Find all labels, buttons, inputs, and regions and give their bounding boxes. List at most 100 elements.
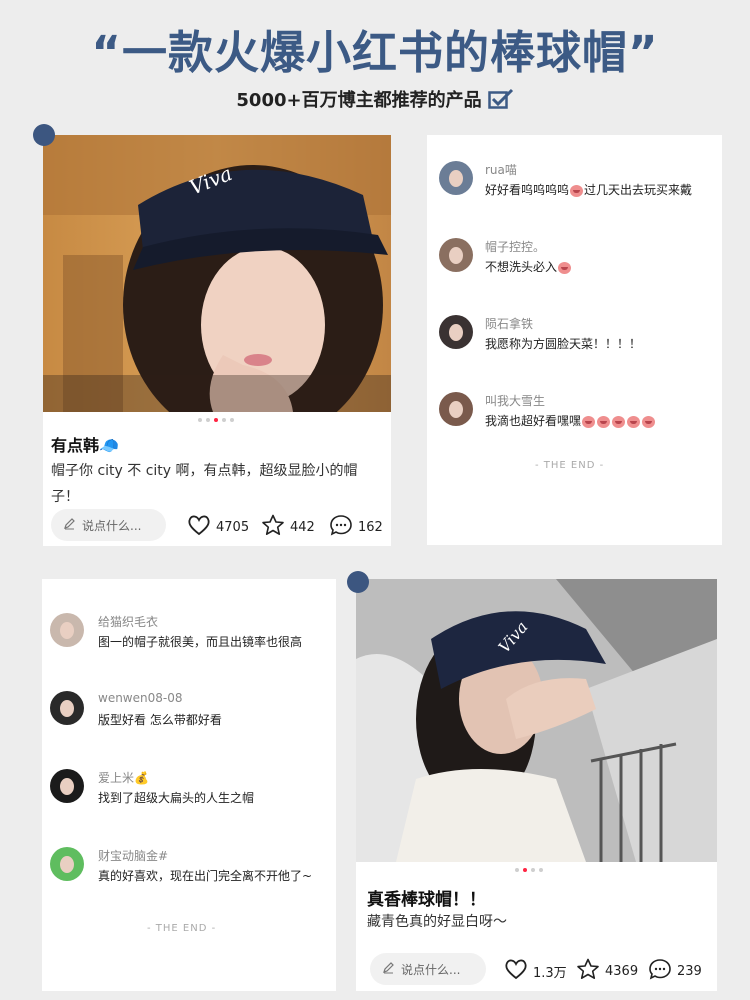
comment-item[interactable]: 财宝动脑金# 真的好喜欢，现在出门完全离不开他了~	[42, 847, 336, 897]
comment-stat-1[interactable]: 162	[329, 514, 383, 540]
comment-bubble-icon	[329, 514, 353, 540]
pen-icon	[382, 961, 395, 977]
post-photo-2[interactable]: Viva	[356, 579, 717, 862]
image-pager-1[interactable]	[198, 418, 234, 422]
comment-author[interactable]: 叫我大雪生	[485, 392, 545, 409]
pager-dot[interactable]	[222, 418, 226, 422]
comment-item[interactable]: 爱上米💰 找到了超级大扁头的人生之帽	[42, 769, 336, 819]
comment-text-main: 图一的帽子就很美，而且出镜率也很高	[98, 635, 303, 649]
check-box-icon	[487, 88, 514, 115]
post-title-2: 真香棒球帽！！	[367, 890, 486, 910]
collect-stat-1[interactable]: 442	[261, 514, 315, 540]
comment-text-main: 真的好喜欢，现在出门完全离不开他了~	[98, 869, 313, 883]
comment-text-main: 好好看呜呜呜呜	[485, 183, 570, 197]
avatar[interactable]	[50, 769, 84, 803]
post-card-1[interactable]: Viva 有点韩🧢 帽子你 city 不 city 啊，有点韩，超级显脸小的帽 …	[43, 135, 391, 546]
comments-card-2: 给猫织毛衣图一的帽子就很美，而且出镜率也很高 wenwen08-08 版型好看 怎么…	[42, 579, 336, 991]
heart-icon	[504, 958, 528, 984]
page-title: “一款火爆小红书的棒球帽”	[91, 26, 659, 79]
comment-stat-2[interactable]: 239	[648, 958, 702, 984]
like-stat-2[interactable]: 1.3万	[504, 958, 567, 984]
comment-author[interactable]: wenwen08-08	[98, 691, 182, 705]
emoji-icon	[642, 415, 656, 428]
emoji-icon	[582, 415, 596, 428]
pager-dot[interactable]	[214, 418, 218, 422]
comment-text: 真的好喜欢，现在出门完全离不开他了~	[98, 867, 312, 884]
heart-icon	[187, 514, 211, 540]
pager-dot[interactable]	[206, 418, 210, 422]
section-marker-dot	[33, 124, 55, 146]
comment-text: 不想洗头必入	[485, 258, 572, 275]
collect-count-1: 442	[290, 519, 315, 535]
comment-author[interactable]: 帽子控控。	[485, 238, 545, 255]
comment-text: 好好看呜呜呜呜 过几天出去玩买来戴	[485, 181, 692, 198]
post-title-1: 有点韩🧢	[51, 436, 119, 455]
comment-author[interactable]: 陨石拿铁	[485, 315, 533, 332]
star-icon	[261, 514, 285, 540]
pager-dot[interactable]	[531, 868, 535, 872]
star-icon	[576, 958, 600, 984]
comment-author[interactable]: 爱上米💰	[98, 769, 149, 786]
image-pager-2[interactable]	[515, 868, 543, 872]
comment-input-1[interactable]: 说点什么...	[51, 509, 166, 541]
emoji-icon	[597, 415, 611, 428]
pen-icon	[63, 517, 76, 533]
comment-item[interactable]: 叫我大雪生我滴也超好看嘿嘿	[427, 392, 722, 442]
subtitle-text: 5000+百万博主都推荐的产品	[236, 90, 482, 111]
pager-dot[interactable]	[230, 418, 234, 422]
comment-author[interactable]: rua喵	[485, 161, 517, 178]
post-desc-1-line2: 子！	[51, 489, 79, 505]
avatar-face	[60, 700, 74, 717]
emoji-icon	[627, 415, 641, 428]
list-end-marker: - THE END -	[147, 923, 217, 934]
comment-text-main: 我愿称为方圆脸天菜！！！！	[485, 337, 642, 351]
pager-dot[interactable]	[539, 868, 543, 872]
post-desc-1: 帽子你 city 不 city 啊，有点韩，超级显脸小的帽 子！	[51, 458, 381, 510]
avatar-face	[60, 778, 74, 795]
emoji-icon	[570, 184, 584, 197]
pager-dot[interactable]	[523, 868, 527, 872]
avatar[interactable]	[50, 613, 84, 647]
comment-text: 我愿称为方圆脸天菜！！！！	[485, 335, 641, 352]
avatar[interactable]	[439, 315, 473, 349]
comment-author[interactable]: 给猫织毛衣	[98, 613, 158, 630]
avatar[interactable]	[439, 238, 473, 272]
comment-text: 图一的帽子就很美，而且出镜率也很高	[98, 633, 302, 650]
like-count-1: 4705	[216, 519, 250, 535]
comment-input-placeholder-1: 说点什么...	[82, 518, 142, 533]
avatar-face	[60, 856, 74, 873]
like-count-2: 1.3万	[533, 965, 567, 981]
comment-author[interactable]: 财宝动脑金#	[98, 847, 168, 864]
comment-input-placeholder-2: 说点什么...	[401, 962, 461, 977]
list-end-marker: - THE END -	[535, 460, 605, 471]
comment-text: 我滴也超好看嘿嘿	[485, 412, 656, 429]
comments-card-1: rua喵好好看呜呜呜呜 过几天出去玩买来戴 帽子控控。不想洗头必入 陨石拿铁我愿称为方…	[427, 135, 722, 545]
comment-item[interactable]: 陨石拿铁我愿称为方圆脸天菜！！！！	[427, 315, 722, 365]
post-photo-1[interactable]: Viva	[43, 135, 391, 412]
comment-text-main: 找到了超级大扁头的人生之帽	[98, 791, 255, 805]
comment-item[interactable]: wenwen08-08 版型好看 怎么带都好看	[42, 691, 336, 741]
post-desc-1-line1: 帽子你 city 不 city 啊，有点韩，超级显脸小的帽	[51, 463, 358, 479]
post-desc-2: 藏青色真的好显白呀～	[367, 914, 507, 930]
comment-input-2[interactable]: 说点什么...	[370, 953, 486, 985]
avatar[interactable]	[50, 691, 84, 725]
page-subtitle: 5000+百万博主都推荐的产品	[0, 86, 750, 115]
post-card-2[interactable]: Viva 真香棒球帽！！ 藏青色真的好显白呀～ 说点什么... 1.3万 436…	[356, 579, 717, 991]
comment-text-main: 我滴也超好看嘿嘿	[485, 414, 582, 428]
avatar[interactable]	[439, 161, 473, 195]
emoji-icon	[612, 415, 626, 428]
pager-dot[interactable]	[515, 868, 519, 872]
like-stat-1[interactable]: 4705	[187, 514, 249, 540]
comment-item[interactable]: rua喵好好看呜呜呜呜 过几天出去玩买来戴	[427, 161, 722, 211]
avatar-face	[449, 247, 463, 264]
comment-item[interactable]: 给猫织毛衣图一的帽子就很美，而且出镜率也很高	[42, 613, 336, 663]
comment-text-main: 版型好看 怎么带都好看	[98, 713, 222, 727]
comment-text-main: 不想洗头必入	[485, 260, 558, 274]
pager-dot[interactable]	[198, 418, 202, 422]
comment-count-1: 162	[358, 519, 383, 535]
avatar[interactable]	[50, 847, 84, 881]
avatar[interactable]	[439, 392, 473, 426]
comment-item[interactable]: 帽子控控。不想洗头必入	[427, 238, 722, 288]
collect-stat-2[interactable]: 4369	[576, 958, 638, 984]
comment-text: 版型好看 怎么带都好看	[98, 711, 222, 728]
